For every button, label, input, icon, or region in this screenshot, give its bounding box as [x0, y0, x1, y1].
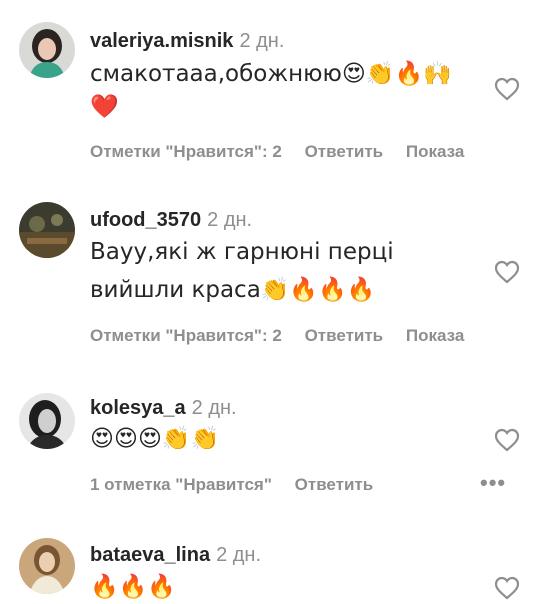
- heart-outline-icon[interactable]: [494, 77, 520, 101]
- heart-outline-icon[interactable]: [494, 260, 520, 284]
- comment-header: valeriya.misnik 2 дн.: [90, 28, 284, 54]
- comment-text-line2: вийшли краса👏🔥🔥🔥: [90, 277, 376, 303]
- username[interactable]: kolesya_a: [90, 397, 186, 419]
- likes-count-link[interactable]: Отметки "Нравится": 2: [90, 142, 282, 162]
- comment-valeriya: valeriya.misnik 2 дн. смакотааа,обожнюю😍👏…: [0, 0, 549, 180]
- reply-button[interactable]: Ответить: [295, 475, 374, 495]
- comment-ufood: ufood_3570 2 дн. Вауу,які ж гарнюні перці…: [0, 180, 549, 375]
- reply-button[interactable]: Ответить: [305, 142, 384, 162]
- comment-header: bataeva_lina 2 дн.: [90, 542, 261, 568]
- avatar[interactable]: [19, 393, 75, 449]
- comment-text: 😍😍😍👏👏: [90, 426, 220, 452]
- comment-header: ufood_3570 2 дн.: [90, 207, 252, 233]
- comment-text: 🔥🔥🔥: [90, 574, 176, 600]
- show-translation-link[interactable]: Показа: [406, 142, 464, 162]
- username[interactable]: ufood_3570: [90, 209, 201, 231]
- timestamp[interactable]: 2 дн.: [216, 544, 261, 566]
- comment-actions: Отметки "Нравится": 2 Ответить Показа: [90, 326, 464, 346]
- avatar[interactable]: [19, 538, 75, 594]
- comment-bataeva: bataeva_lina 2 дн. 🔥🔥🔥: [0, 535, 549, 600]
- likes-count-link[interactable]: 1 отметка "Нравится": [90, 475, 272, 495]
- show-translation-link[interactable]: Показа: [406, 326, 464, 346]
- timestamp[interactable]: 2 дн.: [192, 397, 237, 419]
- comment-kolesya: kolesya_a 2 дн. 😍😍😍👏👏 1 отметка "Нравится…: [0, 375, 549, 535]
- heart-outline-icon[interactable]: [494, 428, 520, 452]
- timestamp[interactable]: 2 дн.: [239, 30, 284, 52]
- username[interactable]: valeriya.misnik: [90, 30, 233, 52]
- comment-text: смакотааа,обожнюю😍👏🔥🙌: [90, 61, 452, 87]
- comment-text: Вауу,які ж гарнюні перці: [90, 239, 394, 265]
- comment-actions: Отметки "Нравится": 2 Ответить Показа: [90, 142, 464, 162]
- heart-outline-icon[interactable]: [494, 576, 520, 600]
- comment-actions: 1 отметка "Нравится" Ответить: [90, 475, 373, 495]
- more-options-icon[interactable]: •••: [480, 470, 506, 496]
- likes-count-link[interactable]: Отметки "Нравится": 2: [90, 326, 282, 346]
- username[interactable]: bataeva_lina: [90, 544, 210, 566]
- avatar[interactable]: [19, 22, 75, 78]
- avatar[interactable]: [19, 202, 75, 258]
- timestamp[interactable]: 2 дн.: [207, 209, 252, 231]
- reply-button[interactable]: Ответить: [305, 326, 384, 346]
- comment-header: kolesya_a 2 дн.: [90, 395, 237, 421]
- comment-text-line2: ❤️: [90, 94, 119, 120]
